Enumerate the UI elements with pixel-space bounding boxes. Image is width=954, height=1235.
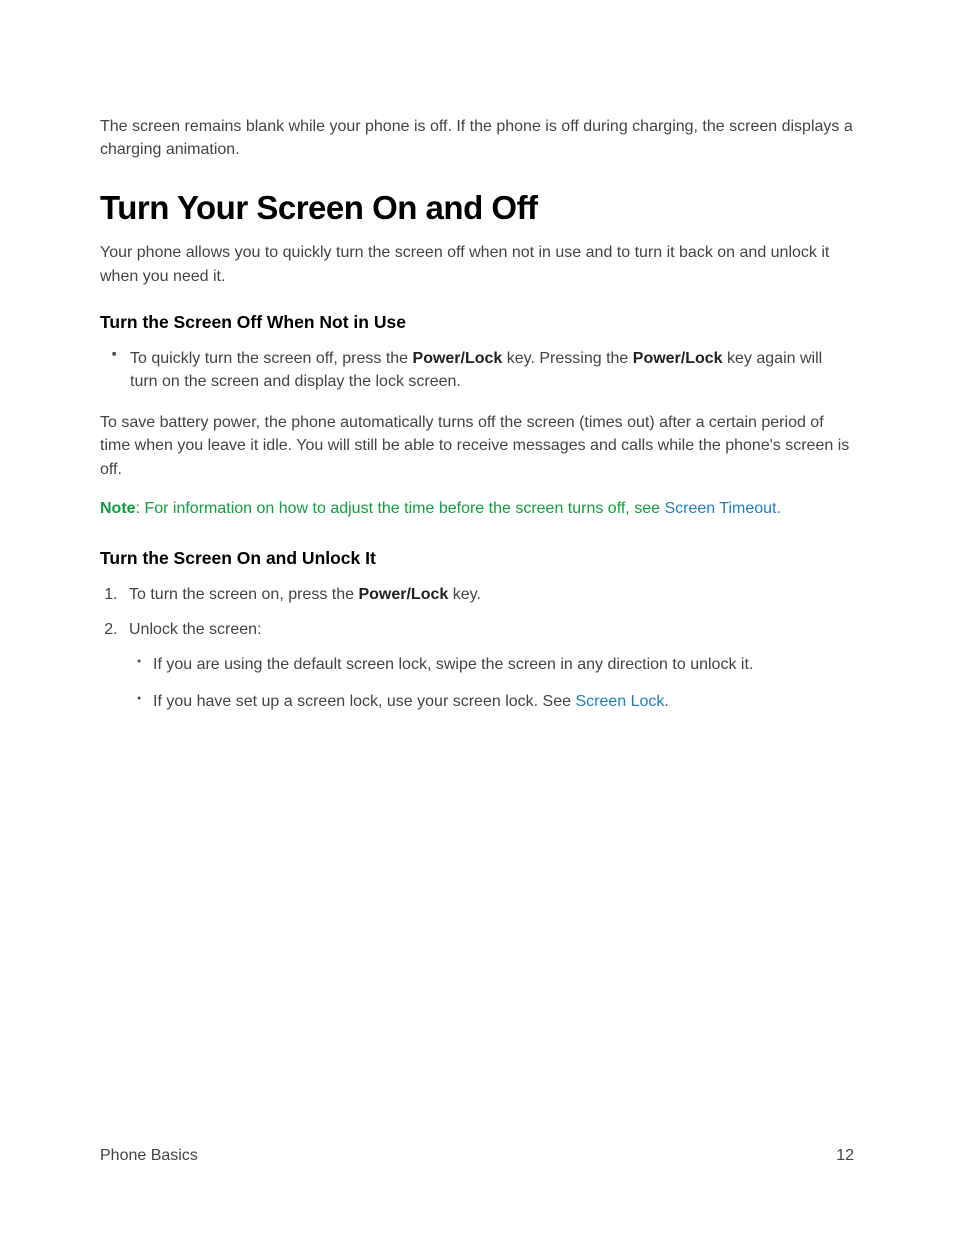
bullet-list-1: To quickly turn the screen off, press th…	[100, 347, 854, 393]
bullet-bold-1: Power/Lock	[413, 350, 503, 367]
ordered-item-2: Unlock the screen: If you are using the …	[122, 618, 854, 714]
screen-lock-link[interactable]: Screen Lock	[575, 693, 664, 710]
sub2-post: .	[664, 693, 668, 710]
sub2-pre: If you have set up a screen lock, use yo…	[153, 693, 575, 710]
intro-paragraph-2: Your phone allows you to quickly turn th…	[100, 241, 854, 287]
ol1-bold: Power/Lock	[358, 586, 448, 603]
main-heading: Turn Your Screen On and Off	[100, 189, 854, 227]
screen-timeout-link[interactable]: Screen Timeout	[664, 500, 776, 517]
sub-bullet-list: If you are using the default screen lock…	[129, 653, 854, 713]
sub-bullet-2: If you have set up a screen lock, use yo…	[153, 690, 854, 713]
sub-bullet-1: If you are using the default screen lock…	[153, 653, 854, 676]
section-heading-2: Turn the Screen On and Unlock It	[100, 548, 854, 569]
note-paragraph: Note: For information on how to adjust t…	[100, 497, 854, 520]
bullet-text-pre: To quickly turn the screen off, press th…	[130, 350, 413, 367]
ordered-item-1: To turn the screen on, press the Power/L…	[122, 583, 854, 606]
ol1-pre: To turn the screen on, press the	[129, 586, 358, 603]
page-footer: Phone Basics 12	[100, 1147, 854, 1165]
document-page: The screen remains blank while your phon…	[0, 0, 954, 790]
footer-page-number: 12	[836, 1147, 854, 1165]
bullet-text-mid: key. Pressing the	[502, 350, 632, 367]
ol2-text: Unlock the screen:	[129, 621, 262, 638]
note-label: Note	[100, 500, 136, 517]
section-heading-1: Turn the Screen Off When Not in Use	[100, 312, 854, 333]
bullet-item: To quickly turn the screen off, press th…	[130, 347, 854, 393]
bullet-bold-2: Power/Lock	[633, 350, 723, 367]
note-after: .	[777, 500, 781, 517]
body-paragraph: To save battery power, the phone automat…	[100, 411, 854, 481]
ol1-post: key.	[448, 586, 481, 603]
intro-paragraph: The screen remains blank while your phon…	[100, 115, 854, 161]
ordered-list: To turn the screen on, press the Power/L…	[100, 583, 854, 714]
note-text: : For information on how to adjust the t…	[136, 500, 665, 517]
footer-section: Phone Basics	[100, 1147, 198, 1165]
